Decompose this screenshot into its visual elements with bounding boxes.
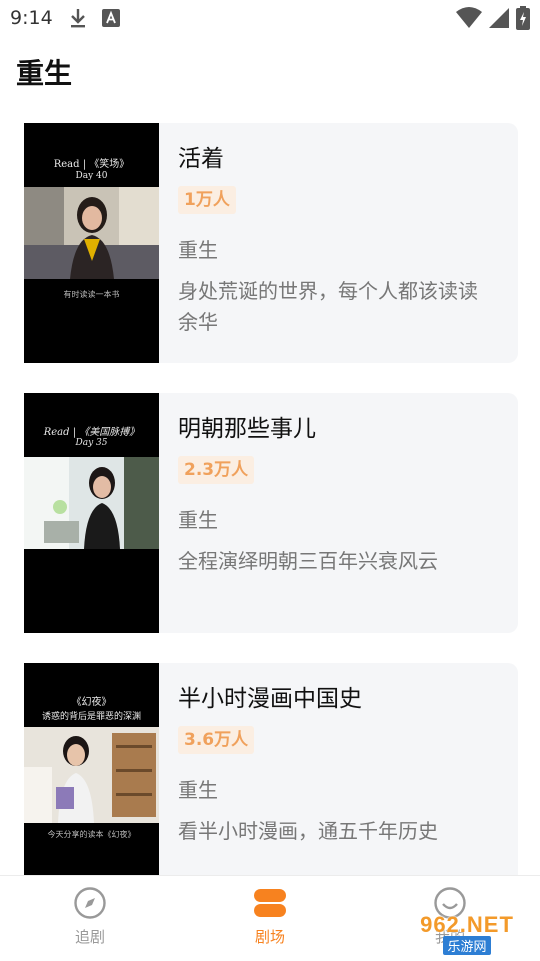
drama-cover: Read | 《笑场》 Day 40 有时读读一本书 (24, 123, 159, 363)
download-icon (68, 7, 88, 33)
cellular-signal-icon (488, 7, 510, 33)
cover-subtitle: 诱惑的背后是罪恶的深渊 (41, 712, 141, 722)
drama-tag: 重生 (178, 508, 218, 532)
cover-title: 《幻夜》 (71, 697, 112, 708)
drama-tag: 重生 (178, 778, 218, 802)
wifi-icon (456, 7, 482, 33)
cover-subtitle: Day 35 (75, 438, 108, 448)
cover-image (24, 187, 159, 279)
popularity-badge: 3.6万人 (178, 726, 255, 754)
drama-title: 半小时漫画中国史 (178, 686, 362, 712)
drama-title: 活着 (178, 146, 224, 172)
cover-caption: 有时读读一本书 (63, 290, 120, 299)
compass-icon (73, 887, 107, 924)
drama-description: 看半小时漫画，通五千年历史 (178, 819, 438, 843)
drama-tag: 重生 (178, 238, 218, 262)
site-watermark: 962.NET 乐游网 (402, 911, 532, 955)
cover-image (24, 457, 159, 549)
theater-icon (253, 889, 287, 924)
popularity-badge: 1万人 (178, 186, 236, 214)
cover-caption: 今天分享的读本《幻夜》 (47, 830, 136, 839)
popularity-badge: 2.3万人 (178, 456, 255, 484)
drama-card[interactable]: Read | 《笑场》 Day 40 有时读读一本书 活着 1万人 重生 身处荒… (24, 123, 518, 363)
cover-title: Read | 《美国脉搏》 (43, 427, 140, 438)
nav-tab-theater[interactable]: 剧场 (225, 886, 315, 947)
page-title: 重生 (16, 57, 73, 90)
nav-tab-chase[interactable]: 追剧 (45, 886, 135, 947)
status-indicators (456, 6, 530, 34)
drama-title: 明朝那些事儿 (178, 416, 316, 442)
drama-card[interactable]: 《幻夜》 诱惑的背后是罪恶的深渊 今天分享的读本《幻夜》 半小时漫画中国史 3.… (24, 663, 518, 875)
nav-label: 追剧 (74, 928, 105, 946)
status-time: 9:14 (10, 7, 53, 29)
drama-description: 全程演绎明朝三百年兴衰风云 (178, 549, 438, 573)
nav-label: 剧场 (254, 928, 285, 946)
battery-icon (516, 6, 530, 34)
drama-list[interactable]: Read | 《笑场》 Day 40 有时读读一本书 活着 1万人 重生 身处荒… (0, 98, 540, 875)
watermark-site-name: 乐游网 (443, 935, 491, 955)
drama-cover: Read | 《美国脉搏》 Day 35 (24, 393, 159, 633)
drama-description: 身处荒诞的世界，每个人都该读读余华 (178, 279, 478, 334)
cover-subtitle: Day 40 (75, 171, 108, 181)
text-notification-icon (102, 9, 120, 31)
drama-card[interactable]: Read | 《美国脉搏》 Day 35 明朝那些事儿 2.3万人 重生 全程演… (24, 393, 518, 633)
drama-cover: 《幻夜》 诱惑的背后是罪恶的深渊 今天分享的读本《幻夜》 (24, 663, 159, 875)
status-bar: 9:14 (0, 0, 540, 36)
cover-title: Read | 《笑场》 (53, 159, 130, 170)
watermark-logo: 962.NET (420, 911, 514, 937)
cover-image (24, 727, 159, 823)
